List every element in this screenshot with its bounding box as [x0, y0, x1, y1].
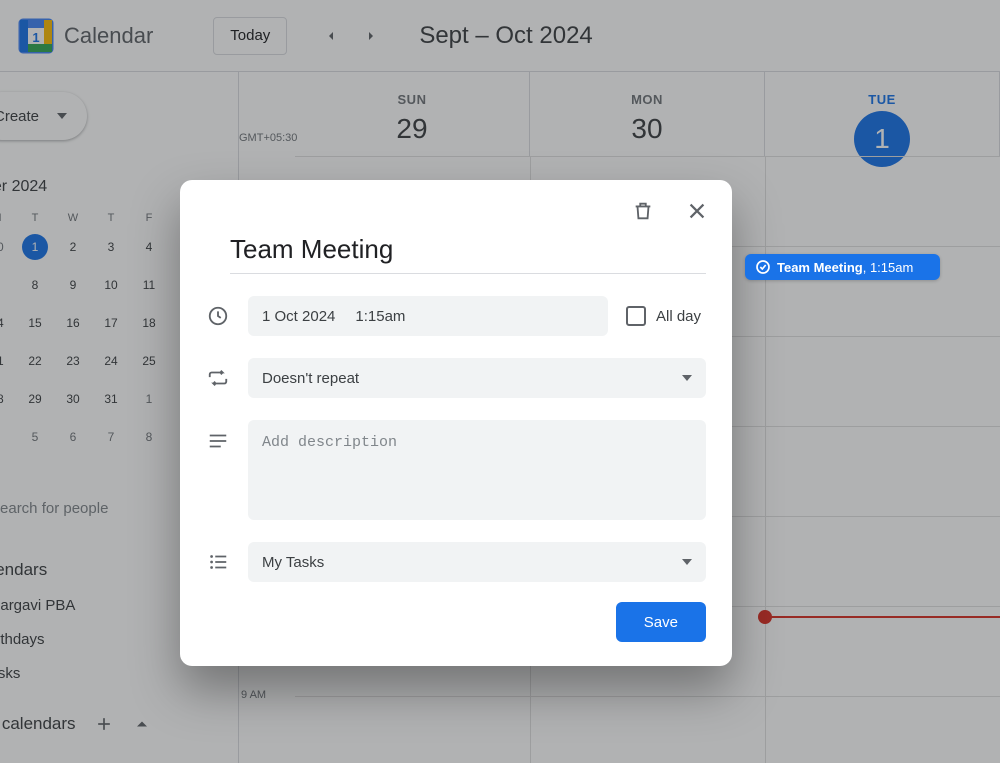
- event-chip[interactable]: Team Meeting, 1:15am: [745, 254, 940, 280]
- trash-icon[interactable]: [630, 198, 656, 224]
- chevron-down-icon: [682, 559, 692, 565]
- save-button[interactable]: Save: [616, 602, 706, 642]
- clock-icon: [206, 305, 230, 327]
- event-date: 1 Oct 2024: [262, 308, 335, 325]
- event-chip-title: Team Meeting, 1:15am: [777, 260, 913, 275]
- list-icon: [206, 551, 230, 573]
- date-time-picker[interactable]: 1 Oct 2024 1:15am: [248, 296, 608, 336]
- description-input[interactable]: [248, 420, 706, 520]
- event-title-input[interactable]: [230, 230, 706, 274]
- task-list-value: My Tasks: [262, 554, 324, 571]
- repeat-select[interactable]: Doesn't repeat: [248, 358, 706, 398]
- close-icon[interactable]: [684, 198, 710, 224]
- all-day-toggle[interactable]: All day: [626, 306, 701, 326]
- chevron-down-icon: [682, 375, 692, 381]
- description-icon: [206, 430, 230, 452]
- repeat-value: Doesn't repeat: [262, 370, 359, 387]
- all-day-label: All day: [656, 308, 701, 325]
- event-time: 1:15am: [355, 308, 405, 325]
- repeat-icon: [206, 367, 230, 389]
- task-list-select[interactable]: My Tasks: [248, 542, 706, 582]
- task-check-icon: [755, 259, 771, 275]
- checkbox-icon[interactable]: [626, 306, 646, 326]
- event-dialog: 1 Oct 2024 1:15am All day Doesn't repeat: [180, 180, 732, 666]
